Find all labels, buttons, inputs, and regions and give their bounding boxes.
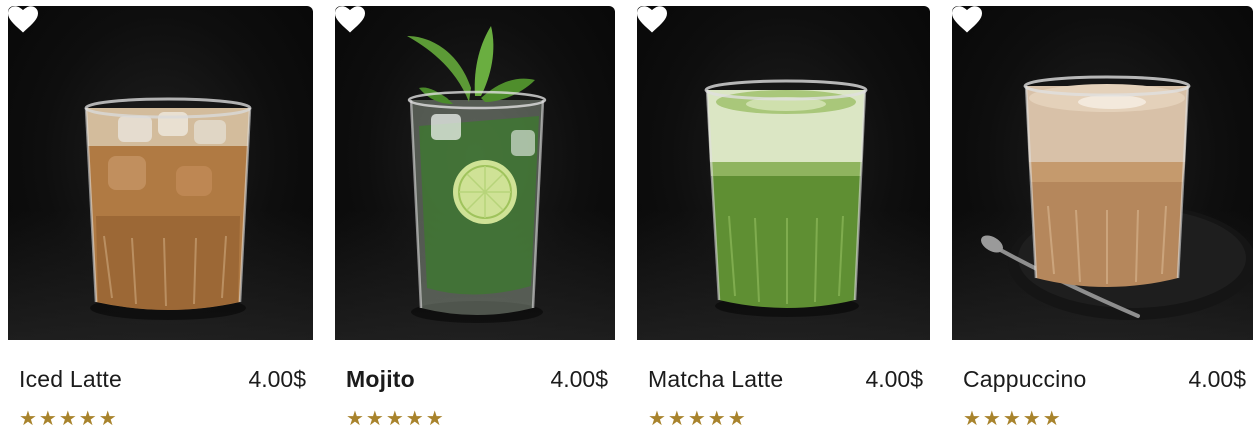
mojito-glass-illustration — [407, 26, 547, 323]
iced-latte-glass-illustration — [84, 97, 252, 320]
product-card-mojito[interactable]: Mojito 4.00$ ★★★★★ — [335, 6, 615, 443]
rating-stars: ★★★★★ — [963, 406, 1063, 430]
product-price: 4.00$ — [248, 366, 306, 392]
heart-icon[interactable] — [8, 6, 38, 34]
product-price: 4.00$ — [1188, 366, 1246, 392]
heart-icon[interactable] — [637, 6, 667, 34]
product-info: Matcha Latte 4.00$ ★★★★★ — [637, 340, 930, 443]
product-image-iced-latte[interactable] — [8, 6, 313, 340]
product-price: 4.00$ — [865, 366, 923, 392]
heart-icon[interactable] — [335, 6, 365, 34]
product-card-matcha-latte[interactable]: Matcha Latte 4.00$ ★★★★★ — [637, 6, 930, 443]
product-image-cappuccino[interactable] — [952, 6, 1253, 340]
product-card-iced-latte[interactable]: Iced Latte 4.00$ ★★★★★ — [8, 6, 313, 443]
heart-icon[interactable] — [952, 6, 982, 34]
product-image-mojito[interactable] — [335, 6, 615, 340]
product-name: Iced Latte — [19, 366, 123, 392]
product-info: Mojito 4.00$ ★★★★★ — [335, 340, 615, 443]
rating-stars: ★★★★★ — [19, 406, 119, 430]
product-name: Mojito — [346, 366, 415, 392]
rating-stars: ★★★★★ — [346, 406, 446, 430]
matcha-latte-glass-illustration — [704, 79, 868, 317]
rating-stars: ★★★★★ — [648, 406, 748, 430]
product-name: Cappuccino — [963, 366, 1087, 392]
product-image-matcha-latte[interactable] — [637, 6, 930, 340]
product-name: Matcha Latte — [648, 366, 784, 392]
product-info: Cappuccino 4.00$ ★★★★★ — [952, 340, 1253, 443]
product-card-cappuccino[interactable]: Cappuccino 4.00$ ★★★★★ — [952, 6, 1253, 443]
cappuccino-glass-illustration — [981, 75, 1253, 320]
product-info: Iced Latte 4.00$ ★★★★★ — [8, 340, 313, 443]
product-price: 4.00$ — [550, 366, 608, 392]
